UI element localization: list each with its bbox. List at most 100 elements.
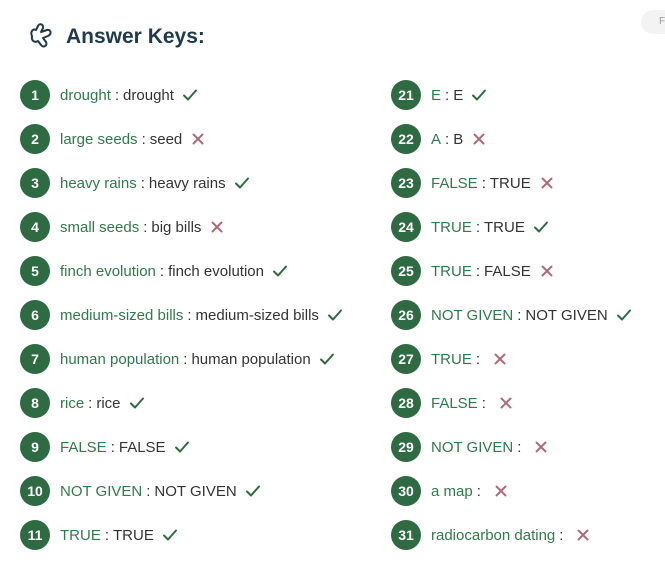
answer-row: 4 small seeds: big bills [20,210,343,244]
user-answer: drought [60,86,111,104]
answer-separator: : [481,174,486,192]
answer-row: 29 NOT GIVEN: [391,430,632,464]
user-answer: radiocarbon dating [431,526,556,544]
answer-separator: : [559,526,564,544]
question-number-badge: 21 [391,80,421,110]
answer-row: 1 drought: drought [20,78,343,112]
answer-row: 9 FALSE: FALSE [20,430,343,464]
answer-keys-header: Answer Keys: [26,22,205,52]
answer-separator: : [114,86,120,104]
question-number-badge: 23 [391,168,421,198]
correct-answer: finch evolution [168,262,264,280]
user-answer: a map [431,482,473,500]
correct-answer: FALSE [484,262,531,280]
user-answer: A [431,130,442,148]
question-number-badge: 9 [20,432,50,462]
user-answer: finch evolution [60,262,156,280]
check-icon [234,175,250,191]
check-icon [533,219,549,235]
user-answer: small seeds [60,218,140,236]
answer-separator: : [146,482,151,500]
answer-row: 28 FALSE: [391,386,632,420]
answer-row: 5 finch evolution: finch evolution [20,254,343,288]
answer-row: 3 heavy rains: heavy rains [20,166,343,200]
cross-icon [493,483,509,499]
answer-separator: : [445,130,450,148]
user-answer: NOT GIVEN [431,438,514,456]
cross-icon [575,527,591,543]
answer-row: 8 rice: rice [20,386,343,420]
question-number-badge: 1 [20,80,50,110]
check-icon [272,263,288,279]
user-answer: TRUE [60,526,101,544]
cross-icon [533,439,549,455]
answer-separator: : [88,394,93,412]
answer-separator: : [475,350,481,368]
check-icon [245,483,261,499]
question-number-badge: 6 [20,300,50,330]
answer-separator: : [159,262,165,280]
check-icon [129,395,145,411]
correct-answer: drought [123,86,174,104]
question-number-badge: 28 [391,388,421,418]
correct-answer: FALSE [118,438,166,456]
answer-separator: : [187,306,192,324]
user-answer: FALSE [60,438,107,456]
answer-row: 31 radiocarbon dating: [391,518,632,552]
answer-separator: : [517,306,522,324]
page-title: Answer Keys: [66,25,205,48]
correct-answer: TRUE [489,174,531,192]
answer-separator: : [141,130,146,148]
correct-answer: seed [149,130,183,148]
correct-answer: TRUE [484,218,525,236]
correct-answer: NOT GIVEN [154,482,237,500]
user-answer: FALSE [431,394,478,412]
corner-button[interactable]: F [641,10,665,34]
answer-row: 11 TRUE: TRUE [20,518,343,552]
answer-separator: : [140,174,145,192]
answer-row: 23 FALSE: TRUE [391,166,632,200]
answer-row: 25 TRUE: FALSE [391,254,632,288]
correct-answer: medium-sized bills [195,306,319,324]
answer-key-icon [26,20,66,55]
answer-row: 7 human population: human population [20,342,343,376]
correct-answer: TRUE [113,526,154,544]
question-number-badge: 30 [391,476,421,506]
answer-separator: : [143,218,148,236]
question-number-badge: 2 [20,124,50,154]
check-icon [616,307,632,323]
check-icon [319,351,335,367]
check-icon [182,87,198,103]
correct-answer: rice [96,394,121,412]
answer-separator: : [445,86,450,104]
answer-row: 2 large seeds: seed [20,122,343,156]
user-answer: FALSE [431,174,478,192]
question-number-badge: 26 [391,300,421,330]
user-answer: medium-sized bills [60,306,184,324]
question-number-badge: 24 [391,212,421,242]
answer-row: 24 TRUE: TRUE [391,210,632,244]
user-answer: large seeds [60,130,138,148]
question-number-badge: 22 [391,124,421,154]
question-number-badge: 29 [391,432,421,462]
answer-separator: : [475,218,481,236]
answer-row: 6 medium-sized bills: medium-sized bills [20,298,343,332]
answers-column-left: 1 drought: drought 2 large seeds: seed 3 heavy … [20,78,343,562]
check-icon [471,87,487,103]
answer-separator: : [481,394,486,412]
user-answer: rice [60,394,85,412]
answer-separator: : [104,526,110,544]
question-number-badge: 25 [391,256,421,286]
cross-icon [539,175,555,191]
cross-icon [190,131,206,147]
answer-row: 10 NOT GIVEN: NOT GIVEN [20,474,343,508]
answer-row: 30 a map: [391,474,632,508]
answer-row: 27 TRUE: [391,342,632,376]
answer-separator: : [475,262,481,280]
user-answer: heavy rains [60,174,137,192]
cross-icon [498,395,514,411]
question-number-badge: 10 [20,476,50,506]
cross-icon [471,131,487,147]
answer-row: 26 NOT GIVEN: NOT GIVEN [391,298,632,332]
question-number-badge: 8 [20,388,50,418]
